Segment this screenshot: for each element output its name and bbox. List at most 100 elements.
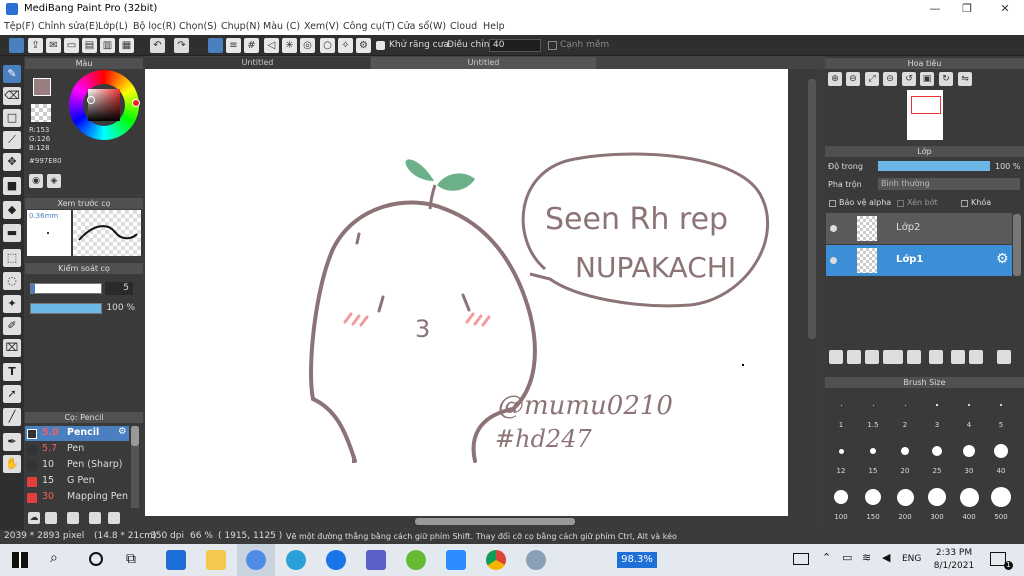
new-layer-icon[interactable]	[829, 350, 843, 364]
eyedropper-tool-icon[interactable]: ✒	[3, 433, 21, 451]
layer-up-icon[interactable]	[951, 350, 965, 364]
drawing-canvas[interactable]: 3 Seen Rh rep NUPAKACHI @mumu0210 #hd247	[145, 69, 788, 516]
brush-opacity-slider[interactable]	[30, 303, 102, 314]
minimize-button[interactable]: —	[920, 2, 950, 15]
brush-item-mapping-pen[interactable]: 30 Mapping Pen	[25, 490, 129, 505]
tab-untitled-1[interactable]: Untitled	[145, 57, 370, 69]
vertical-scrollbar[interactable]	[808, 79, 816, 339]
adjust-input[interactable]: 40	[489, 39, 541, 52]
cloud-icon[interactable]	[9, 38, 24, 53]
flip-icon[interactable]: ⇋	[958, 72, 972, 86]
select-tool-icon[interactable]: ⬚	[3, 249, 21, 267]
blend-mode-select[interactable]: Bình thường	[878, 178, 1020, 190]
brush-size-dot[interactable]	[840, 404, 842, 406]
brush-size-dot[interactable]	[896, 488, 914, 506]
zoom-in-icon[interactable]: ⊕	[828, 72, 842, 86]
menu-file[interactable]: Tệp(F)	[4, 21, 35, 32]
clock-time[interactable]: 2:33 PM	[934, 548, 974, 558]
brush-size-dot[interactable]	[963, 445, 975, 457]
move-tool-icon[interactable]: ✥	[3, 153, 21, 171]
clip-checkbox[interactable]	[897, 200, 904, 207]
wifi-icon[interactable]: ≋	[862, 551, 871, 564]
brush-item-g-pen[interactable]: 15 G Pen	[25, 474, 129, 489]
divide-tool-icon[interactable]: ╱	[3, 408, 21, 426]
operation-tool-icon[interactable]: ➚	[3, 385, 21, 403]
brush-tool-icon[interactable]: ✎	[3, 65, 21, 83]
menu-help[interactable]: Help	[483, 21, 505, 32]
menu-tools[interactable]: Công cụ(T)	[343, 21, 395, 32]
parallel-snap-icon[interactable]: ≡	[226, 38, 241, 53]
volume-icon[interactable]: ◀	[882, 551, 890, 564]
layer-folder-icon[interactable]	[907, 350, 921, 364]
reset-rotation-icon[interactable]: ▣	[920, 72, 934, 86]
sheet-icon[interactable]: ▥	[100, 38, 115, 53]
brush-size-dot[interactable]	[838, 448, 844, 454]
cloud-brush-icon[interactable]: ☁	[28, 512, 40, 524]
brush-size-slider[interactable]	[30, 283, 102, 294]
zoom-app-icon[interactable]	[446, 550, 466, 570]
saturation-square[interactable]	[88, 89, 120, 121]
camtasia-icon[interactable]	[406, 550, 426, 570]
undo-icon[interactable]: ↶	[150, 38, 165, 53]
windows-start-icon[interactable]	[12, 552, 28, 568]
layer-down-icon[interactable]	[969, 350, 983, 364]
brush-size-dot[interactable]	[999, 403, 1003, 407]
tab-untitled-2[interactable]: Untitled	[371, 57, 596, 69]
brush-settings-icon[interactable]	[89, 512, 101, 524]
mail-icon[interactable]	[166, 550, 186, 570]
brush-size-dot[interactable]	[872, 404, 874, 406]
radial-snap-icon[interactable]: ✳	[282, 38, 297, 53]
brush-size-dot[interactable]	[994, 444, 1008, 458]
palette-icon[interactable]: ◉	[29, 174, 43, 188]
rectangle-tool-icon[interactable]: □	[3, 109, 21, 127]
magic-wand-tool-icon[interactable]: ✦	[3, 295, 21, 313]
layer-list-scrollbar[interactable]	[1013, 214, 1021, 276]
visibility-icon[interactable]	[830, 257, 837, 264]
select-pen-tool-icon[interactable]: ✐	[3, 317, 21, 335]
zoom-out-icon[interactable]: ⊖	[846, 72, 860, 86]
doc-icon[interactable]: ▤	[82, 38, 97, 53]
brush-folder-icon[interactable]	[108, 512, 120, 524]
people-icon[interactable]: ⌃	[822, 551, 831, 564]
brush-size-dot[interactable]	[991, 487, 1011, 507]
add-brush-icon[interactable]	[45, 512, 57, 524]
layer-row-layer1[interactable]: Lớp1 ⚙	[826, 245, 1012, 276]
search-icon[interactable]: ⌕	[50, 550, 58, 566]
fill-rect-tool-icon[interactable]: ■	[3, 177, 21, 195]
share-icon[interactable]: ⇪	[28, 38, 43, 53]
new-8bit-layer-icon[interactable]	[865, 350, 879, 364]
brush-size-dot[interactable]	[870, 448, 876, 454]
layer-opacity-slider[interactable]	[878, 161, 990, 171]
brush-size-dot[interactable]	[834, 490, 848, 504]
merge-layer-icon[interactable]	[929, 350, 943, 364]
brush-size-dot[interactable]	[968, 404, 970, 406]
protect-alpha-checkbox[interactable]	[829, 200, 836, 207]
fit-icon[interactable]: ⤢	[865, 72, 879, 86]
gear-icon[interactable]: ⚙	[996, 251, 1009, 267]
lasso-tool-icon[interactable]: ◌	[3, 272, 21, 290]
redo-icon[interactable]: ↷	[174, 38, 189, 53]
circle-snap-icon[interactable]: ◎	[300, 38, 315, 53]
gear-icon[interactable]: ⚙	[118, 426, 127, 437]
ellipse-snap-icon[interactable]: ○	[320, 38, 335, 53]
foreground-color-swatch[interactable]	[33, 78, 51, 96]
battery-indicator[interactable]: 98.3%	[617, 552, 657, 568]
curve-snap-icon[interactable]: ✧	[338, 38, 353, 53]
menu-cloud[interactable]: Cloud	[450, 21, 477, 32]
bucket-tool-icon[interactable]: ◆	[3, 201, 21, 219]
eraser-tool-icon[interactable]: ⌫	[3, 87, 21, 105]
gradient-tool-icon[interactable]: ▬	[3, 224, 21, 242]
brush-list-scrollbar[interactable]	[131, 426, 139, 508]
menu-capture[interactable]: Chụp(N)	[221, 21, 260, 32]
navigator-thumbnail[interactable]	[907, 90, 943, 140]
close-button[interactable]: ✕	[990, 2, 1020, 15]
color-picker-handle[interactable]	[87, 96, 95, 104]
maximize-button[interactable]: ❐	[952, 2, 982, 15]
lock-checkbox[interactable]	[961, 200, 968, 207]
brush-size-dot[interactable]	[936, 404, 938, 406]
chrome-icon[interactable]	[486, 550, 506, 570]
menu-window[interactable]: Cửa sổ(W)	[397, 21, 446, 32]
delete-layer-icon[interactable]	[997, 350, 1011, 364]
menu-view[interactable]: Xem(V)	[304, 21, 339, 32]
brush-size-value[interactable]: 5	[105, 282, 133, 295]
